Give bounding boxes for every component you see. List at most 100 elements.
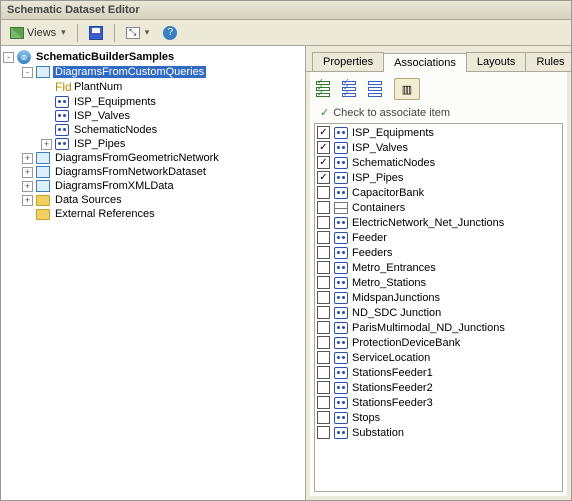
diagram-icon [36, 66, 50, 78]
tree-item-label[interactable]: ISP_Pipes [72, 138, 127, 150]
assoc-checkbox[interactable] [317, 291, 330, 304]
assoc-item-label: Metro_Stations [352, 277, 426, 289]
tree-item-label[interactable]: SchematicNodes [72, 124, 159, 136]
tree-item-label[interactable]: DiagramsFromCustomQueries [53, 66, 206, 78]
views-dropdown[interactable]: Views [5, 24, 71, 42]
uncheck-all-button[interactable] [368, 81, 382, 97]
tree-toggle[interactable]: + [41, 139, 52, 150]
right-pane: Properties Associations Layouts Rules [306, 46, 571, 500]
assoc-checkbox[interactable] [317, 411, 330, 424]
tree-pane[interactable]: -⊚SchematicBuilderSamples-DiagramsFromCu… [1, 46, 306, 500]
assoc-item[interactable]: Substation [317, 425, 560, 440]
tree-item-label[interactable]: ISP_Equipments [72, 96, 158, 108]
assoc-checkbox[interactable] [317, 351, 330, 364]
assoc-checkbox[interactable] [317, 396, 330, 409]
expand-collapse-button[interactable]: ▥ [394, 78, 420, 100]
node-icon [55, 96, 69, 108]
assoc-checkbox[interactable] [317, 276, 330, 289]
assoc-item[interactable]: Containers [317, 200, 560, 215]
tab-associations[interactable]: Associations [383, 53, 467, 72]
tree-isp-equipments[interactable]: ISP_Equipments [3, 95, 303, 109]
assoc-checkbox[interactable] [317, 336, 330, 349]
tree-item-geometric-network[interactable]: + DiagramsFromGeometricNetwork [3, 151, 303, 165]
assoc-item-label: ParisMultimodal_ND_Junctions [352, 322, 505, 334]
assoc-item[interactable]: ServiceLocation [317, 350, 560, 365]
assoc-checkbox[interactable] [317, 306, 330, 319]
assoc-checkbox[interactable] [317, 426, 330, 439]
assoc-checkbox[interactable] [317, 186, 330, 199]
tree-root[interactable]: -⊚SchematicBuilderSamples [3, 49, 303, 65]
assoc-item[interactable]: ElectricNetwork_Net_Junctions [317, 215, 560, 230]
tab-rules[interactable]: Rules [525, 52, 571, 71]
tab-layouts[interactable]: Layouts [466, 52, 527, 71]
tree-item-label[interactable]: DiagramsFromXMLData [53, 180, 176, 192]
assoc-checkbox[interactable]: ✓ [317, 126, 330, 139]
assoc-item[interactable]: StationsFeeder1 [317, 365, 560, 380]
assoc-checkbox[interactable] [317, 366, 330, 379]
assoc-item[interactable]: ProtectionDeviceBank [317, 335, 560, 350]
assoc-item[interactable]: Stops [317, 410, 560, 425]
tree-toggle[interactable]: + [22, 195, 33, 206]
tree-schematicnodes[interactable]: SchematicNodes [3, 123, 303, 137]
tree-toggle[interactable]: - [3, 52, 14, 63]
tree-external-references[interactable]: External References [3, 207, 303, 221]
assoc-item[interactable]: MidspanJunctions [317, 290, 560, 305]
tree-item-label[interactable]: ISP_Valves [72, 110, 132, 122]
assoc-checkbox[interactable]: ✓ [317, 156, 330, 169]
tree-data-sources[interactable]: + Data Sources [3, 193, 303, 207]
tree-item-network-dataset[interactable]: + DiagramsFromNetworkDataset [3, 165, 303, 179]
check-all-blue-button[interactable] [342, 81, 356, 97]
assoc-item[interactable]: Feeders [317, 245, 560, 260]
tree-item-diagrams-from-custom-queries[interactable]: - DiagramsFromCustomQueries [3, 65, 303, 79]
assoc-item[interactable]: Metro_Stations [317, 275, 560, 290]
assoc-item[interactable]: ✓ ISP_Valves [317, 140, 560, 155]
assoc-checkbox[interactable] [317, 201, 330, 214]
assoc-checkbox[interactable]: ✓ [317, 171, 330, 184]
assoc-checkbox[interactable] [317, 261, 330, 274]
assoc-checkbox[interactable] [317, 216, 330, 229]
node-icon [334, 412, 348, 424]
app-window: Schematic Dataset Editor Views ⤡ ? -⊚Sch… [0, 0, 572, 501]
save-button[interactable] [84, 23, 108, 43]
assoc-checkbox[interactable] [317, 246, 330, 259]
tree-toggle[interactable]: + [22, 153, 33, 164]
tree-item-label[interactable]: PlantNum [72, 81, 124, 93]
tree-isp-valves[interactable]: ISP_Valves [3, 109, 303, 123]
assoc-item-label: Metro_Entrances [352, 262, 436, 274]
assoc-checkbox[interactable] [317, 381, 330, 394]
tree-toggle[interactable]: - [22, 67, 33, 78]
tree-item-label[interactable]: DiagramsFromGeometricNetwork [53, 152, 221, 164]
assoc-item[interactable]: CapacitorBank [317, 185, 560, 200]
assoc-checkbox[interactable]: ✓ [317, 141, 330, 154]
assoc-checkbox[interactable] [317, 321, 330, 334]
main-area: -⊚SchematicBuilderSamples-DiagramsFromCu… [1, 46, 571, 500]
expand-dropdown[interactable]: ⤡ [121, 24, 155, 42]
tree-isp-pipes[interactable]: + ISP_Pipes [3, 137, 303, 151]
assoc-item[interactable]: ✓ISP_Equipments [317, 125, 560, 140]
tab-properties[interactable]: Properties [312, 52, 384, 71]
assoc-item[interactable]: ParisMultimodal_ND_Junctions [317, 320, 560, 335]
assoc-item[interactable]: StationsFeeder3 [317, 395, 560, 410]
tree-item-label[interactable]: External References [53, 208, 157, 220]
tree-item-xml-data[interactable]: + DiagramsFromXMLData [3, 179, 303, 193]
tree-item-label[interactable]: DiagramsFromNetworkDataset [53, 166, 208, 178]
assoc-item-label: ISP_Valves [352, 142, 408, 154]
tree-item-label[interactable]: Data Sources [53, 194, 124, 206]
tree-item-label[interactable]: SchematicBuilderSamples [34, 51, 176, 63]
assoc-item[interactable]: Metro_Entrances [317, 260, 560, 275]
columns-icon: ▥ [402, 83, 412, 96]
node-icon [334, 337, 348, 349]
assoc-item[interactable]: ND_SDC Junction [317, 305, 560, 320]
assoc-item[interactable]: ✓ISP_Pipes [317, 170, 560, 185]
assoc-item[interactable]: Feeder [317, 230, 560, 245]
assoc-item[interactable]: ✓SchematicNodes [317, 155, 560, 170]
assoc-item[interactable]: StationsFeeder2 [317, 380, 560, 395]
assoc-item-label: Stops [352, 412, 380, 424]
tree-toggle[interactable]: + [22, 167, 33, 178]
tree-toggle[interactable]: + [22, 181, 33, 192]
tree-field-plantnum[interactable]: FldPlantNum [3, 79, 303, 95]
help-button[interactable]: ? [158, 23, 182, 43]
assoc-checkbox[interactable] [317, 231, 330, 244]
associations-list[interactable]: ✓ISP_Equipments✓ISP_Valves✓SchematicNode… [314, 123, 563, 492]
check-all-green-button[interactable] [316, 81, 330, 97]
